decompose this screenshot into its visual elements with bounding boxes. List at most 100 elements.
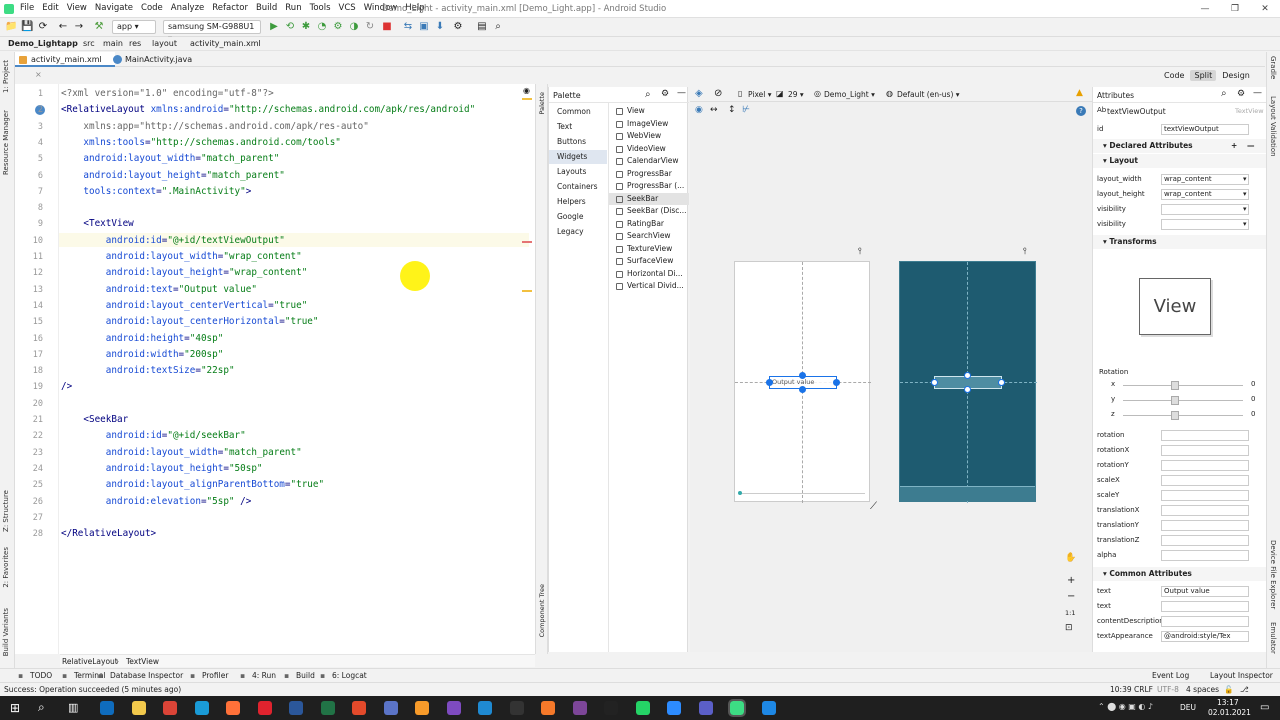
- obs-icon[interactable]: [604, 701, 618, 715]
- gear-icon[interactable]: ⚙: [661, 89, 669, 99]
- code-line[interactable]: android:text="Output value": [61, 284, 257, 295]
- settings-icon[interactable]: ⚙: [452, 21, 464, 33]
- minimize-icon[interactable]: —: [1190, 0, 1220, 18]
- blueprint-handle-top[interactable]: [964, 372, 971, 379]
- restore-icon[interactable]: ❐: [1220, 0, 1250, 18]
- code-line[interactable]: android:layout_centerVertical="true": [61, 300, 308, 311]
- edge-icon[interactable]: [194, 701, 209, 715]
- stop-icon[interactable]: ■: [381, 21, 393, 33]
- language-indicator[interactable]: DEU: [1180, 703, 1196, 712]
- apply-changes-icon[interactable]: ⟲: [284, 21, 296, 33]
- tab-activity-main[interactable]: activity_main.xml ×: [15, 52, 115, 79]
- attr-value-field[interactable]: wrap_content: [1161, 174, 1249, 185]
- code-line[interactable]: android:elevation="5sp" />: [61, 496, 252, 507]
- clock-time[interactable]: 13:17: [1217, 698, 1239, 707]
- caret-position[interactable]: 10:39: [1110, 685, 1132, 694]
- palette-widget[interactable]: WebView: [609, 130, 689, 143]
- handle-bottom[interactable]: [799, 386, 806, 393]
- palette-category-common[interactable]: Common: [549, 105, 607, 119]
- palette-widget[interactable]: ProgressBar: [609, 168, 689, 181]
- excel-icon[interactable]: [320, 701, 335, 715]
- resource-manager-button[interactable]: Resource Manager: [2, 110, 10, 175]
- orientation-icon[interactable]: ▯: [738, 89, 742, 98]
- tool-window-4-run[interactable]: 4: Run: [252, 671, 276, 680]
- code-line[interactable]: android:layout_height="50sp": [61, 463, 263, 474]
- search-everywhere-icon[interactable]: ⌕: [492, 21, 504, 33]
- build-variants-button[interactable]: Build Variants: [2, 608, 10, 656]
- menu-vcs[interactable]: VCS: [339, 3, 356, 13]
- minimize-panel-icon[interactable]: —: [677, 88, 686, 98]
- palette-category-widgets[interactable]: Widgets: [549, 150, 607, 164]
- inspection-eye-icon[interactable]: ◉: [523, 86, 530, 95]
- emulator-tool-button[interactable]: Emulator: [1269, 622, 1277, 654]
- file-encoding[interactable]: UTF-8: [1157, 685, 1179, 694]
- code-line[interactable]: android:height="40sp": [61, 333, 224, 344]
- warning-icon[interactable]: ▲: [1076, 88, 1083, 98]
- attr-value-field[interactable]: [1161, 445, 1249, 456]
- vertical-splitter[interactable]: Palette Component Tree: [535, 84, 548, 654]
- zoom-out-icon[interactable]: −: [1067, 591, 1075, 602]
- help-icon[interactable]: ?: [1076, 106, 1086, 116]
- pan-hand-icon[interactable]: ✋: [1065, 553, 1076, 563]
- transforms-header[interactable]: ▾ Transforms: [1093, 235, 1266, 249]
- rotation-slider-track[interactable]: [1123, 400, 1243, 401]
- menu-analyze[interactable]: Analyze: [171, 3, 205, 13]
- attr-value-field[interactable]: [1161, 550, 1249, 561]
- blueprint-handle-bottom[interactable]: [964, 386, 971, 393]
- clock-date[interactable]: 02.01.2021: [1208, 708, 1251, 717]
- rotation-slider-thumb[interactable]: [1171, 411, 1179, 420]
- code-line[interactable]: <RelativeLayout xmlns:android="http://sc…: [61, 104, 475, 115]
- close-tab-icon[interactable]: ×: [35, 70, 42, 79]
- breadcrumb-layout[interactable]: layout: [152, 39, 177, 48]
- layout-validation-button[interactable]: Layout Validation: [1269, 96, 1277, 157]
- seekbar-preview[interactable]: [741, 493, 865, 494]
- git-icon[interactable]: ⎇: [1240, 685, 1249, 694]
- code-line[interactable]: <SeekBar: [61, 414, 128, 425]
- chevron-down-icon[interactable]: ▾: [1243, 218, 1247, 231]
- palette-widget[interactable]: Vertical Divid...: [609, 280, 689, 293]
- device-dropdown[interactable]: Pixel ▾: [748, 90, 772, 99]
- back-icon[interactable]: ←: [57, 21, 69, 33]
- palette-category-containers[interactable]: Containers: [549, 180, 607, 194]
- hammer-icon[interactable]: ⚒: [93, 21, 105, 33]
- sdk-manager-icon[interactable]: ⬇: [434, 21, 446, 33]
- tool-window-todo[interactable]: TODO: [30, 671, 52, 680]
- notification-icon[interactable]: ▭: [1260, 702, 1269, 713]
- close-icon[interactable]: ✕: [1250, 0, 1280, 18]
- profile-icon[interactable]: ◔: [316, 21, 328, 33]
- palette-widget[interactable]: SeekBar: [609, 192, 689, 205]
- code-line[interactable]: />: [61, 381, 72, 392]
- attr-value-field[interactable]: [1161, 520, 1249, 531]
- vscode-icon[interactable]: [478, 701, 492, 715]
- palette-widget[interactable]: RatingBar: [609, 218, 689, 231]
- attr-value-field[interactable]: @android:style/Tex: [1161, 631, 1249, 642]
- breadcrumb-project[interactable]: Demo_Light: [8, 39, 61, 48]
- structure-relativelayout[interactable]: RelativeLayout: [62, 657, 118, 666]
- attr-value-field[interactable]: wrap_content: [1161, 189, 1249, 200]
- blueprint-pin-icon[interactable]: ⫯: [1023, 247, 1027, 257]
- palette-widget[interactable]: VideoView: [609, 143, 689, 156]
- menu-view[interactable]: View: [67, 3, 87, 13]
- tool-window-database-inspector[interactable]: Database Inspector: [110, 671, 183, 680]
- menu-file[interactable]: File: [20, 3, 34, 13]
- gear-icon[interactable]: ⚙: [1237, 89, 1245, 99]
- zoom-icon[interactable]: [667, 701, 681, 715]
- app-icon[interactable]: [383, 701, 398, 715]
- menu-code[interactable]: Code: [141, 3, 163, 13]
- handle-right[interactable]: [833, 379, 840, 386]
- outlook-icon[interactable]: [100, 701, 114, 715]
- code-line[interactable]: android:layout_width="match_parent": [61, 447, 302, 458]
- palette-widget[interactable]: CalendarView: [609, 155, 689, 168]
- zoom-in-icon[interactable]: +: [1067, 575, 1075, 586]
- file-explorer-icon[interactable]: [131, 701, 146, 715]
- resize-pin-icon[interactable]: ⫯: [858, 247, 862, 257]
- locale-dropdown[interactable]: Default (en-us) ▾: [897, 90, 960, 99]
- attr-value-field[interactable]: [1161, 616, 1249, 627]
- rotation-slider-track[interactable]: [1123, 415, 1243, 416]
- design-mode-button[interactable]: Design: [1218, 70, 1254, 81]
- pan-horizontal-icon[interactable]: ↔: [710, 105, 718, 115]
- attr-value-field[interactable]: [1161, 475, 1249, 486]
- blueprint-handle-right[interactable]: [998, 379, 1005, 386]
- remote-icon[interactable]: [761, 701, 776, 715]
- project-tool-button[interactable]: 1: Project: [2, 60, 10, 93]
